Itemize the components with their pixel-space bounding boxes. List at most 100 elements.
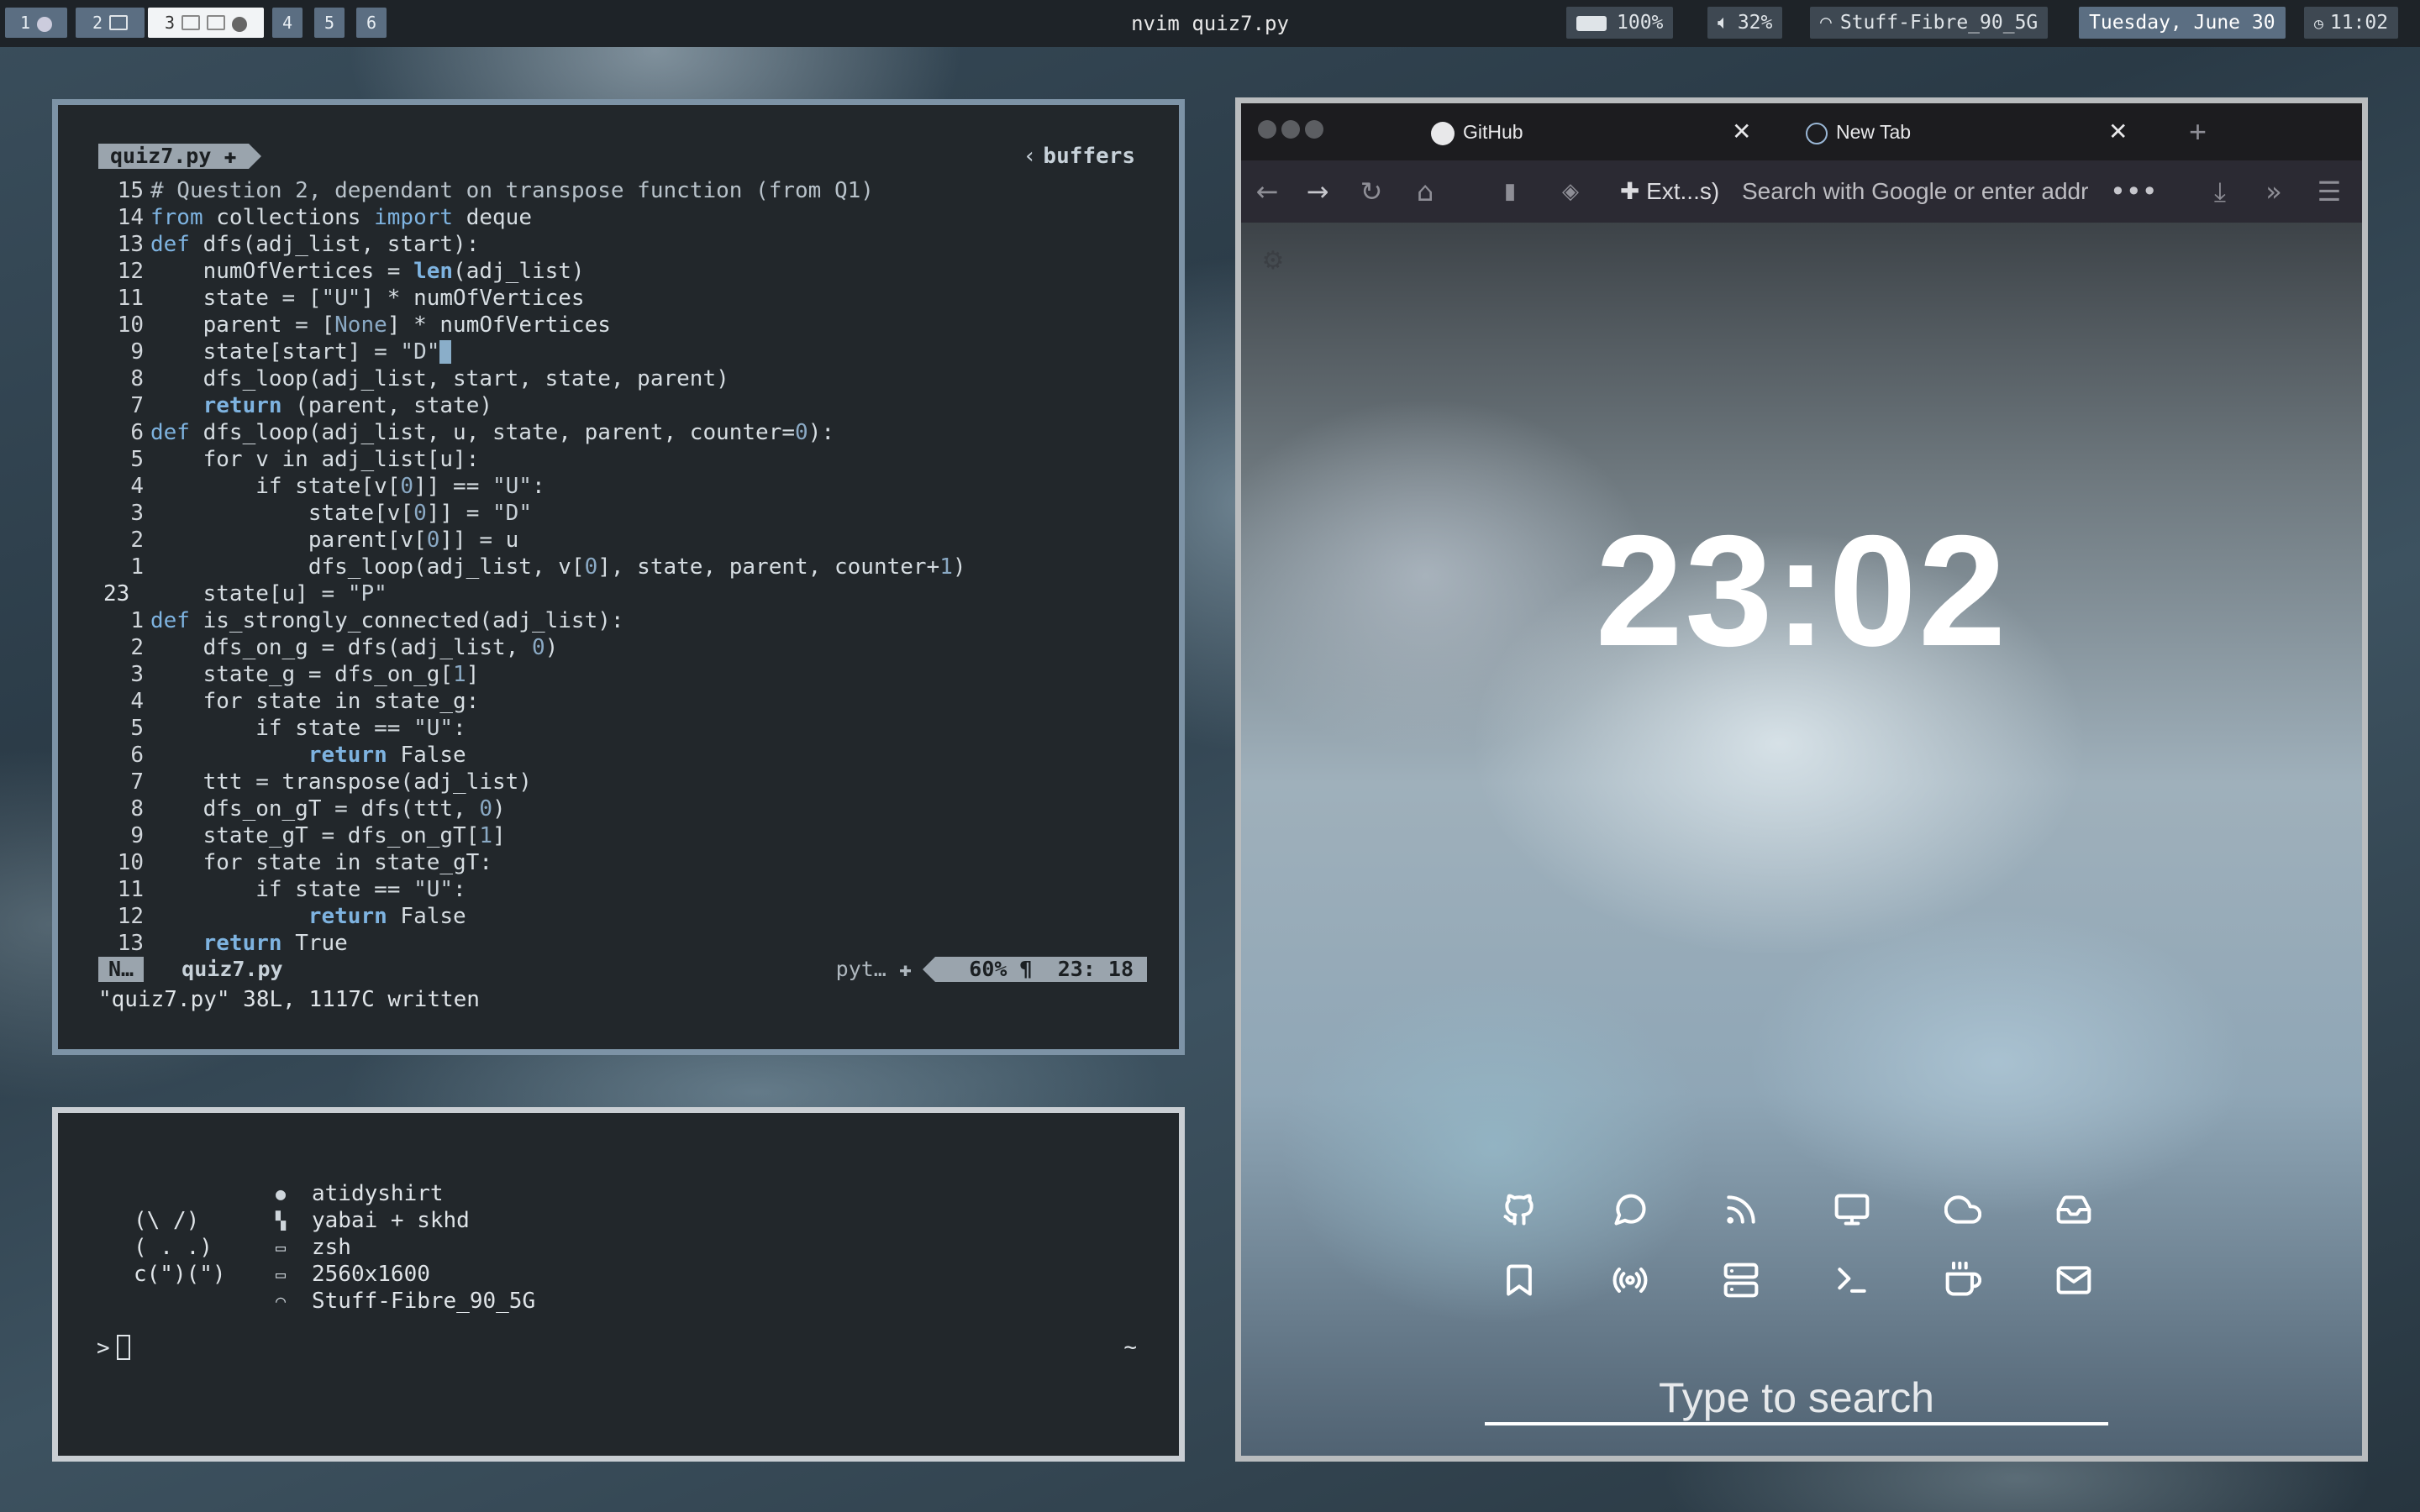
home-button[interactable]: ⌂ — [1404, 160, 1446, 223]
url-bar[interactable]: Search with Google or enter addr — [1742, 160, 2088, 223]
line-text: def is_strongly_connected(adj_list): — [150, 608, 624, 633]
line-text: state_g = dfs_on_g[1] — [150, 662, 480, 687]
sidebar-icon[interactable]: ▮ — [1493, 160, 1527, 223]
window-zoom-button[interactable] — [1305, 120, 1323, 139]
focused-window-title: nvim quiz7.py — [1131, 12, 1289, 35]
line-text: state[u] = "P" — [150, 581, 387, 606]
download-icon[interactable]: ⤓ — [2199, 160, 2241, 223]
github-icon[interactable] — [1500, 1190, 1539, 1229]
terminal-icon[interactable] — [1833, 1261, 1871, 1299]
buffer-tab-quiz7[interactable]: quiz7.py ✚ — [98, 144, 261, 169]
workspace-1[interactable]: 1 — [5, 8, 67, 38]
nvim-window[interactable]: quiz7.py ✚ ‹ buffers 15 # Question 2, depe… — [52, 99, 1185, 1055]
line-text: from collections import deque — [150, 205, 532, 230]
status-filetype: pyt… ✚ — [835, 957, 912, 981]
line-number: 2 — [130, 635, 144, 660]
overflow-chevron-icon[interactable]: » — [2253, 160, 2295, 223]
code-line: 4 if state[v[0]] == "U": — [103, 473, 1162, 500]
code-line: 15 # Question 2, dependant on transpose f… — [103, 177, 1162, 204]
window-manager-icon: ▚ — [275, 1210, 287, 1231]
line-number: 13 — [117, 931, 144, 956]
extensions-button[interactable]: ✚ Ext...s) — [1611, 160, 1728, 223]
settings-gear-icon[interactable]: ⚙ — [1260, 248, 1286, 275]
line-number: 13 — [117, 232, 144, 257]
rss-icon[interactable] — [1722, 1190, 1760, 1229]
close-icon[interactable]: ✕ — [1732, 103, 1751, 160]
terminal-icon: ▭ — [275, 1237, 287, 1257]
more-dots-icon[interactable]: ••• — [2110, 160, 2158, 223]
code-line: 3 state_g = dfs_on_g[1] — [103, 661, 1162, 688]
line-number: 1 — [130, 608, 144, 633]
workspace-3[interactable]: 3 — [148, 8, 264, 38]
line-text: for v in adj_list[u]: — [150, 447, 480, 472]
code-line: 3 state[v[0]] = "D" — [103, 500, 1162, 527]
back-button[interactable]: ← — [1246, 160, 1288, 223]
server-icon[interactable] — [1722, 1261, 1760, 1299]
line-text: state[start] = "D" — [150, 339, 1162, 365]
close-icon[interactable]: ✕ — [2108, 103, 2128, 160]
line-text: if state == "U": — [150, 716, 466, 741]
code-line: 4 for state in state_g: — [103, 688, 1162, 715]
line-number: 8 — [130, 366, 144, 391]
puzzle-icon: ✚ — [1619, 178, 1640, 204]
workspace-5[interactable]: 5 — [314, 8, 345, 38]
line-text: def dfs_loop(adj_list, u, state, parent,… — [150, 420, 834, 445]
line-text: numOfVertices = len(adj_list) — [150, 259, 585, 284]
mode-indicator: N… — [98, 957, 145, 982]
monitor-icon[interactable] — [1833, 1190, 1871, 1229]
code-line: 6 def dfs_loop(adj_list, u, state, parent… — [103, 419, 1162, 446]
line-number: 23 — [103, 581, 130, 606]
line-number: 5 — [130, 716, 144, 741]
line-text: if state[v[0]] == "U": — [150, 474, 545, 499]
newtab-clock: 23:02 — [1595, 502, 2008, 679]
window-minimize-button[interactable] — [1281, 120, 1300, 139]
forward-button[interactable]: → — [1297, 160, 1339, 223]
time-indicator: ◷ 11:02 — [2304, 7, 2399, 39]
line-text: state[v[0]] = "D" — [150, 501, 532, 526]
cloud-icon[interactable] — [1944, 1190, 1982, 1229]
battery-icon — [1576, 15, 1607, 31]
firefox-icon — [232, 16, 248, 32]
line-number: 4 — [130, 474, 144, 499]
volume-indicator: 🔈︎ 32% — [1707, 7, 1783, 39]
terminal-icon — [207, 14, 226, 30]
system-info: ● atidyshirt ▚ yabai + skhd ▭ zsh ▭ 2560x160… — [268, 1180, 535, 1315]
shield-icon[interactable]: ◈ — [1554, 160, 1587, 223]
wifi-icon: ◠ — [275, 1291, 287, 1311]
mail-icon[interactable] — [2054, 1261, 2093, 1299]
shell-prompt[interactable]: > — [97, 1335, 130, 1361]
workspace-4[interactable]: 4 — [272, 8, 302, 38]
code-line: 2 dfs_on_g = dfs(adj_list, 0) — [103, 634, 1162, 661]
window-close-button[interactable] — [1258, 120, 1276, 139]
broadcast-icon[interactable] — [1611, 1261, 1649, 1299]
coffee-icon[interactable] — [1944, 1261, 1982, 1299]
line-text: state = ["U"] * numOfVertices — [150, 286, 585, 311]
menu-icon[interactable]: ☰ — [2308, 160, 2350, 223]
code-editor[interactable]: 15 # Question 2, dependant on transpose f… — [103, 177, 1162, 957]
bookmark-icon[interactable] — [1500, 1261, 1539, 1299]
chat-icon[interactable] — [1611, 1190, 1649, 1229]
terminal-icon — [182, 14, 201, 30]
github-icon — [1431, 121, 1455, 145]
tab-new-tab[interactable]: New Tab ✕ — [1806, 103, 2150, 160]
code-line: 7 return (parent, state) — [103, 392, 1162, 419]
browser-window[interactable]: GitHub ✕ New Tab ✕ + ← → ↻ ⌂ ▮ ◈ ✚ Ext..… — [1235, 97, 2368, 1462]
new-tab-button[interactable]: + — [2189, 103, 2223, 160]
terminal-window[interactable]: (\ /) ( . .) c(")(") ● atidyshirt ▚ yabai … — [52, 1107, 1185, 1462]
workspace-2[interactable]: 2 — [76, 8, 145, 38]
line-number: 5 — [130, 447, 144, 472]
speaker-icon: 🔈︎ — [1718, 12, 1729, 34]
line-number: 3 — [130, 662, 144, 687]
reload-button[interactable]: ↻ — [1350, 160, 1392, 223]
date-indicator: Tuesday, June 30 — [2079, 7, 2286, 39]
inbox-icon[interactable] — [2054, 1190, 2093, 1229]
line-number: 6 — [130, 743, 144, 768]
info-shell: ▭ zsh — [268, 1234, 535, 1261]
browser-tabbar: GitHub ✕ New Tab ✕ + — [1241, 103, 2362, 160]
workspace-6[interactable]: 6 — [356, 8, 387, 38]
tab-github[interactable]: GitHub ✕ — [1431, 103, 1767, 160]
newtab-search-input[interactable] — [1485, 1373, 2108, 1425]
python-icon: ✚ — [898, 957, 912, 981]
line-number: 12 — [117, 904, 144, 929]
status-filename: quiz7.py — [182, 957, 283, 981]
